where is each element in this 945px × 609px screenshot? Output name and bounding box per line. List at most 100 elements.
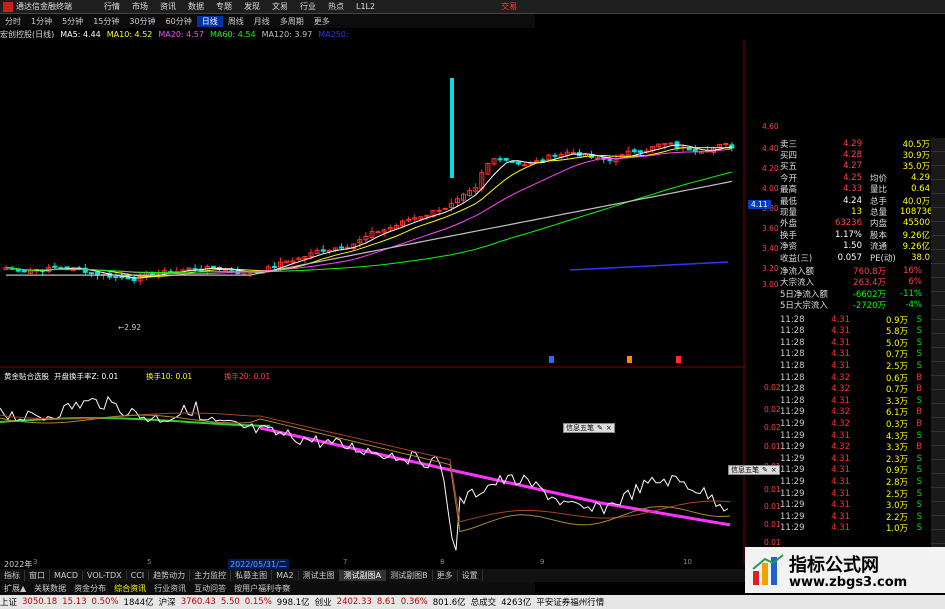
side-tab[interactable]	[931, 432, 945, 446]
indicator-tab[interactable]: 私募主图	[231, 570, 273, 581]
indicator-tab[interactable]: 设置	[458, 570, 483, 581]
info-tab[interactable]: 资金分布	[70, 583, 110, 594]
side-tab[interactable]	[931, 208, 945, 222]
indicator-tab[interactable]: 测试副图B	[386, 570, 433, 581]
side-tab[interactable]	[931, 390, 945, 404]
side-tab[interactable]	[931, 460, 945, 474]
candle-body	[686, 147, 692, 151]
info-tab[interactable]: 关联数据	[30, 583, 70, 594]
period-tab[interactable]: 周线	[223, 16, 249, 27]
quote-label: 最高	[780, 185, 798, 196]
side-tab[interactable]	[931, 138, 945, 152]
info-tab[interactable]: 行业资讯	[150, 583, 190, 594]
side-tab[interactable]	[931, 152, 945, 166]
menu-item[interactable]: 行情	[98, 1, 126, 12]
price-tick: 4.20	[762, 164, 779, 173]
indicator-tab[interactable]: 测试副图A	[339, 570, 387, 581]
status-item: 0.50%	[91, 597, 119, 607]
period-tab[interactable]: 5分钟	[57, 16, 88, 27]
side-tab[interactable]	[931, 222, 945, 236]
side-tab[interactable]	[931, 516, 945, 530]
menu-item[interactable]: 热点	[322, 1, 350, 12]
side-tab[interactable]	[931, 180, 945, 194]
period-tab[interactable]: 月线	[249, 16, 275, 27]
candle-body	[522, 164, 527, 167]
quote-value2: 9.26亿	[902, 230, 930, 241]
ma-line	[5, 148, 732, 275]
trade-time: 11:29	[780, 430, 805, 441]
side-tabs[interactable]	[931, 138, 945, 568]
indicator-legend-item: 开盘换手率Z: 0.01	[54, 371, 118, 381]
period-tab[interactable]: 分时	[0, 16, 26, 27]
trade-side: S	[916, 488, 922, 499]
indicator-legend-item: 换手20: 0.01	[224, 371, 270, 381]
period-tab[interactable]: 1分钟	[26, 16, 57, 27]
side-tab[interactable]	[931, 250, 945, 264]
side-tab[interactable]	[931, 236, 945, 250]
trade-menu[interactable]: 交易	[501, 1, 517, 12]
kline-chart[interactable]: ←2.92 黄金贴合选股 开盘换手率Z: 0.01 换手10: 0.01 换手20: …	[0, 40, 745, 565]
status-item: 平安证券福州行情	[536, 598, 605, 608]
period-tab[interactable]: 15分钟	[88, 16, 124, 27]
menu-item[interactable]: 行业	[294, 1, 322, 12]
side-tab[interactable]	[931, 404, 945, 418]
indicator-tab[interactable]: VOL-TDX	[83, 571, 127, 580]
side-tab[interactable]	[931, 530, 945, 544]
candle-body	[607, 159, 613, 162]
info-dialog[interactable]: 信息五笔 ✎ ×	[728, 465, 780, 475]
close-icon[interactable]: ×	[606, 424, 612, 432]
side-tab[interactable]	[931, 446, 945, 460]
indicator-tab[interactable]: 更多	[433, 570, 458, 581]
period-tab[interactable]: 多周期	[275, 16, 309, 27]
side-tab[interactable]	[931, 502, 945, 516]
trade-side: S	[916, 326, 922, 337]
quote-label: 收益(三)	[780, 253, 813, 264]
info-dialog[interactable]: 信息五笔 ✎ ×	[563, 423, 615, 433]
side-tab[interactable]	[931, 194, 945, 208]
period-tab[interactable]: 更多	[309, 16, 335, 27]
date-tick: 5	[147, 558, 151, 565]
indicator-tab[interactable]: 指标	[0, 570, 25, 581]
side-tab[interactable]	[931, 320, 945, 334]
side-tab[interactable]	[931, 306, 945, 320]
menu-item[interactable]: 数据	[182, 1, 210, 12]
side-tab[interactable]	[931, 418, 945, 432]
menu-item[interactable]: 发现	[238, 1, 266, 12]
menu-item[interactable]: 专题	[210, 1, 238, 12]
period-tab[interactable]: 60分钟	[161, 16, 197, 27]
menu-item[interactable]: 市场	[126, 1, 154, 12]
side-tab[interactable]	[931, 474, 945, 488]
flow-percent: 6%	[908, 277, 923, 288]
indicator-tab[interactable]: 趋势动力	[149, 570, 191, 581]
side-tab[interactable]	[931, 264, 945, 278]
side-tab[interactable]	[931, 362, 945, 376]
side-tab[interactable]	[931, 488, 945, 502]
indicator-tab[interactable]: 测试主图	[299, 570, 340, 581]
side-tab[interactable]	[931, 348, 945, 362]
close-icon[interactable]: ×	[771, 466, 777, 474]
menu-item[interactable]: L1L2	[350, 2, 381, 11]
side-tab[interactable]	[931, 292, 945, 306]
signal-marker	[676, 356, 681, 363]
info-tab[interactable]: 互动问答	[190, 583, 230, 594]
info-tab[interactable]: 按用户福利寺察	[230, 583, 294, 594]
side-tab[interactable]	[931, 376, 945, 390]
menu-item[interactable]: 资讯	[154, 1, 182, 12]
menu-bar: 通达信金融终端 行情 市场 资讯 数据 专题 发现 文易 行业 热点 L1L2 …	[0, 0, 945, 14]
side-tab[interactable]	[931, 166, 945, 180]
indicator-tab[interactable]: 主力监控	[190, 570, 232, 581]
trade-price: 4.31	[831, 523, 850, 534]
menu-item[interactable]: 文易	[266, 1, 294, 12]
indicator-tab[interactable]: 窗口	[25, 570, 50, 581]
period-tab[interactable]: 日线	[196, 15, 223, 27]
indicator-tab[interactable]: MA2	[272, 571, 299, 580]
ma-line	[5, 144, 732, 279]
period-tab[interactable]: 30分钟	[124, 16, 160, 27]
info-tab[interactable]: 综合资讯	[110, 583, 150, 594]
side-tab[interactable]	[931, 278, 945, 292]
quote-row: 最高 4.33 量比 0.64	[780, 184, 930, 195]
indicator-tab[interactable]: MACD	[50, 571, 83, 580]
indicator-tab[interactable]: CCI	[127, 571, 150, 580]
info-tab[interactable]: 扩展▲	[0, 583, 30, 594]
side-tab[interactable]	[931, 334, 945, 348]
